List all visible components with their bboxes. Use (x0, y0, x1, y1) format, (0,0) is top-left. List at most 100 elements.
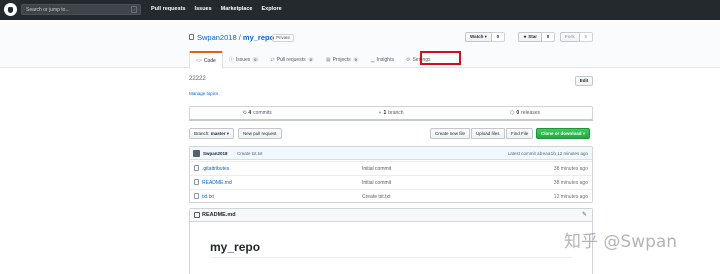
edit-description-button[interactable]: Edit (575, 76, 593, 86)
repo-title: Swpan2018 / my_repo (197, 33, 274, 42)
latest-commit-bar: Swpan2018 Create txt.txt Latest commit a… (190, 147, 592, 160)
tab-issues[interactable]: ⓘ Issues 0 (223, 51, 265, 68)
readme-heading-rule (210, 257, 572, 258)
tab-projects-counter: 0 (352, 57, 359, 62)
new-pull-request-button[interactable]: New pull request (238, 128, 282, 139)
history-icon: ⟲ (242, 110, 247, 116)
readme-heading: my_repo (210, 240, 261, 254)
language-bar (189, 119, 593, 121)
tab-insights[interactable]: ▁ Insights (365, 51, 400, 68)
global-nav: Pull requests Issues Marketplace Explore (151, 6, 282, 12)
file-commit-message[interactable]: Initial commit (362, 166, 391, 172)
readme-panel: README.md ✎ my_repo (189, 208, 593, 274)
latest-commit-prefix: Latest commit (507, 151, 536, 156)
file-age: 38 minutes ago (553, 180, 588, 186)
repo-title-separator: / (238, 33, 241, 42)
table-row: txt.txt Create txt.txt 12 minutes ago (190, 189, 592, 203)
nav-explore[interactable]: Explore (261, 6, 281, 12)
nav-marketplace[interactable]: Marketplace (221, 6, 253, 12)
branch-select-button[interactable]: Branch: master ▾ (189, 128, 235, 139)
settings-highlight-annotation (420, 51, 461, 65)
commit-message-link[interactable]: Create txt.txt (237, 151, 263, 156)
file-name-link[interactable]: txt.txt (202, 194, 214, 200)
tab-code-label: Code (203, 58, 216, 64)
releases-label: releases (521, 110, 541, 116)
clone-or-download-button[interactable]: Clone or download ▾ (536, 128, 591, 139)
table-row: README.md Initial commit 38 minutes ago (190, 175, 592, 189)
latest-commit-age: 12 minutes ago (557, 151, 588, 156)
repo-description: 22222 (189, 76, 206, 82)
branches-count: 1 (383, 110, 387, 116)
fork-count[interactable]: 0 (579, 32, 593, 42)
create-new-file-button[interactable]: Create new file (430, 128, 471, 139)
file-name-link[interactable]: README.md (202, 180, 232, 186)
releases-summary[interactable]: ⬡ 0 releases (458, 107, 592, 119)
upload-files-button[interactable]: Upload files (471, 128, 505, 139)
file-icon (194, 179, 199, 185)
find-file-button[interactable]: Find File (506, 128, 534, 139)
readme-title: README.md (202, 212, 236, 218)
nav-pull-requests[interactable]: Pull requests (151, 6, 186, 12)
file-age: 12 minutes ago (553, 194, 588, 200)
star-group: ★ Star 0 (518, 32, 556, 42)
tag-icon: ⬡ (509, 110, 515, 116)
graph-icon: ▁ (370, 56, 375, 63)
star-count[interactable]: 0 (542, 32, 556, 42)
tab-pull-requests-label: Pull requests (276, 56, 306, 63)
fork-button[interactable]: Fork (560, 32, 580, 42)
latest-commit-info: Latest commit abeaa1b 12 minutes ago (508, 151, 588, 157)
readme-header: README.md ✎ (190, 209, 592, 222)
project-icon: ▦ (325, 56, 331, 63)
file-commit-message[interactable]: Initial commit (362, 180, 391, 186)
github-logo-icon[interactable] (4, 3, 17, 16)
repo-summary: ⟲ 4 commits ⑂ 1 branch ⬡ 0 releases (189, 106, 593, 120)
commits-label: commits (253, 110, 272, 116)
repo-tabs: <> Code ⓘ Issues 0 ⇄ Pull requests 0 ▦ P… (189, 51, 437, 69)
branches-summary[interactable]: ⑂ 1 branch (324, 107, 458, 119)
branch-name: master ▾ (210, 131, 230, 136)
nav-issues[interactable]: Issues (195, 6, 212, 12)
fork-group: Fork 0 (560, 32, 593, 42)
search-placeholder: Search or jump to... (26, 7, 70, 13)
tab-projects-label: Projects (332, 56, 351, 63)
commits-count: 4 (248, 110, 252, 116)
commits-summary[interactable]: ⟲ 4 commits (190, 107, 324, 119)
repo-name-link[interactable]: my_repo (243, 33, 274, 42)
code-icon: <> (196, 58, 202, 64)
watch-button[interactable]: Watch ▾ (465, 32, 492, 42)
star-button[interactable]: ★ Star (518, 32, 543, 42)
watch-group: Watch ▾ 0 (465, 32, 505, 42)
search-input[interactable]: Search or jump to... / (21, 4, 141, 15)
book-icon (194, 212, 200, 218)
repo-header: Swpan2018 / my_repo Private Watch ▾ 0 ★ … (0, 20, 720, 69)
pull-request-icon: ⇄ (270, 56, 275, 63)
pencil-icon[interactable]: ✎ (582, 211, 587, 218)
private-badge: Private (272, 34, 295, 42)
watermark: 知乎 @Swpan (564, 232, 678, 252)
tab-projects[interactable]: ▦ Projects 0 (320, 51, 365, 68)
manage-topics-link[interactable]: Manage topics (189, 91, 218, 96)
file-age: 38 minutes ago (553, 166, 588, 172)
commit-author-link[interactable]: Swpan2018 (203, 151, 228, 156)
repo-owner-link[interactable]: Swpan2018 (197, 33, 237, 42)
global-header: Search or jump to... / Pull requests Iss… (0, 0, 720, 20)
file-commit-message[interactable]: Create txt.txt (362, 194, 390, 200)
branch-icon: ⑂ (378, 110, 382, 116)
avatar[interactable] (193, 150, 200, 157)
tab-issues-counter: 0 (252, 57, 259, 62)
commit-sha-link[interactable]: abeaa1b (537, 152, 556, 157)
tab-pull-requests[interactable]: ⇄ Pull requests 0 (265, 51, 320, 68)
file-icon (194, 165, 199, 171)
tab-insights-label: Insights (376, 56, 394, 63)
releases-count: 0 (516, 110, 520, 116)
tab-code[interactable]: <> Code (189, 51, 223, 69)
search-shortcut-key: / (131, 6, 137, 13)
file-name-link[interactable]: .gitattributes (202, 166, 229, 172)
tab-issues-label: Issues (235, 56, 251, 63)
watch-count[interactable]: 0 (491, 32, 505, 42)
file-table: Swpan2018 Create txt.txt Latest commit a… (189, 146, 593, 203)
gear-icon: ⚙ (405, 56, 411, 63)
branches-label: branch (388, 110, 404, 116)
tab-pull-requests-counter: 0 (307, 57, 314, 62)
branch-prefix: Branch: (194, 131, 210, 136)
